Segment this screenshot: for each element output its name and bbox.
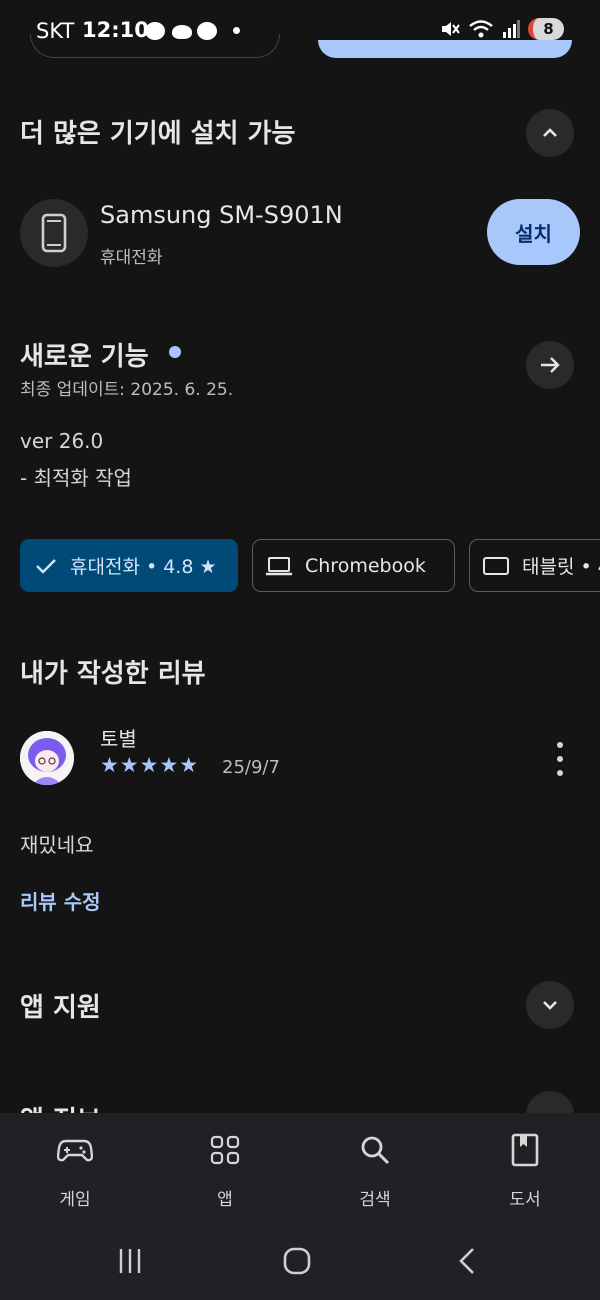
nav-games[interactable]: 게임 <box>25 1129 125 1210</box>
nav-apps[interactable]: 앱 <box>175 1129 275 1210</box>
chip-phone[interactable]: 휴대전화 • 4.8 ★ <box>20 539 238 592</box>
check-icon <box>36 558 56 574</box>
home-button[interactable] <box>279 1243 315 1279</box>
chip-phone-label: 휴대전화 • 4.8 ★ <box>70 556 217 578</box>
notification-dot-icon <box>233 27 240 34</box>
nav-books-label: 도서 <box>509 1190 541 1210</box>
collapse-button[interactable] <box>526 109 574 157</box>
chevron-down-icon <box>543 1001 557 1010</box>
signal-icon <box>503 20 520 38</box>
chip-tablet[interactable]: 태블릿 • 4 <box>469 539 600 592</box>
apps-grid-icon <box>210 1135 240 1165</box>
whats-new-arrow-button[interactable] <box>526 341 574 389</box>
install-button-label: 설치 <box>515 221 552 246</box>
avatar <box>20 731 74 785</box>
last-updated: 최종 업데이트: 2025. 6. 25. <box>20 380 234 400</box>
back-icon <box>459 1248 474 1274</box>
nav-search[interactable]: 검색 <box>325 1129 425 1210</box>
home-icon <box>283 1247 311 1275</box>
gamepad-icon <box>57 1139 93 1162</box>
review-text: 재밌네요 <box>20 833 94 857</box>
nav-apps-label: 앱 <box>217 1190 233 1210</box>
reviewer-avatar-image <box>20 731 74 785</box>
device-type: 휴대전화 <box>100 248 163 268</box>
search-icon <box>361 1136 390 1165</box>
whats-new-title: 새로운 기능 <box>20 342 149 372</box>
device-avatar <box>20 199 88 267</box>
nav-books[interactable]: 도서 <box>475 1129 575 1210</box>
edit-review-link[interactable]: 리뷰 수정 <box>20 886 101 915</box>
phone-icon <box>41 213 67 253</box>
app-support-title: 앱 지원 <box>20 993 101 1023</box>
arrow-right-icon <box>541 357 560 373</box>
chip-chromebook-label: Chromebook <box>305 554 426 577</box>
version-text: ver 26.0 <box>20 429 104 453</box>
previous-secondary-button[interactable] <box>30 34 280 58</box>
laptop-icon <box>266 556 292 575</box>
recent-apps-button[interactable] <box>112 1243 148 1279</box>
nav-search-label: 검색 <box>359 1190 391 1210</box>
system-navigation-bar <box>0 1225 600 1300</box>
my-review-title: 내가 작성한 리뷰 <box>20 659 206 689</box>
recent-apps-icon <box>119 1249 141 1273</box>
wifi-icon <box>469 20 493 38</box>
reviewer-name: 토별 <box>100 727 137 751</box>
install-section-title: 더 많은 기기에 설치 가능 <box>20 119 296 149</box>
app-support-expand-button[interactable] <box>526 981 574 1029</box>
release-note: - 최적화 작업 <box>20 466 132 490</box>
book-icon <box>511 1133 539 1167</box>
chip-chromebook[interactable]: Chromebook <box>252 539 455 592</box>
more-options-icon[interactable] <box>548 742 572 776</box>
chevron-up-icon <box>543 128 557 137</box>
install-button[interactable]: 설치 <box>487 199 580 265</box>
bottom-navigation: 게임 앱 검색 도서 <box>0 1113 600 1225</box>
review-date: 25/9/7 <box>222 757 280 778</box>
device-name: Samsung SM-S901N <box>100 201 343 229</box>
battery-indicator: 8 <box>528 18 564 40</box>
battery-level: 8 <box>543 20 554 38</box>
previous-primary-button[interactable] <box>318 40 572 58</box>
star-rating: ★★★★★ <box>100 753 200 777</box>
tablet-icon <box>483 556 509 575</box>
chip-tablet-label: 태블릿 • 4 <box>522 556 600 578</box>
new-indicator-dot <box>169 346 181 358</box>
mute-icon <box>442 22 460 36</box>
back-button[interactable] <box>449 1243 485 1279</box>
nav-games-label: 게임 <box>59 1190 91 1210</box>
